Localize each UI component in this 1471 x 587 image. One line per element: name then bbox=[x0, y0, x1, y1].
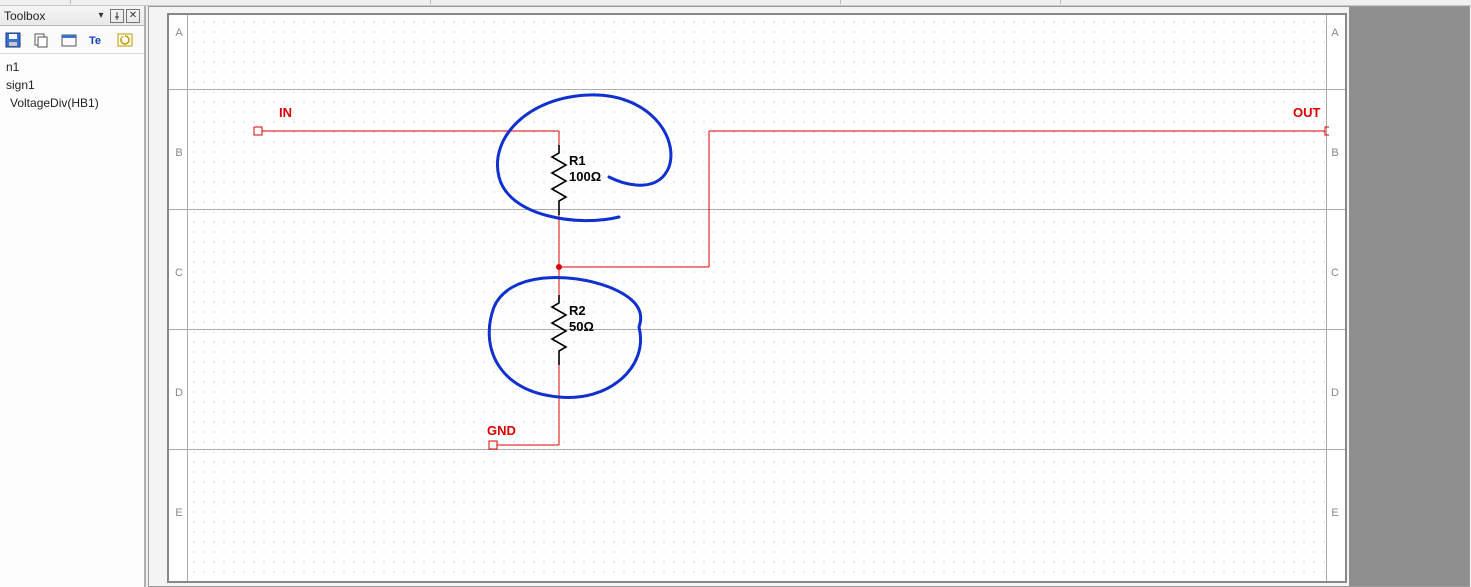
refresh-icon[interactable] bbox=[116, 31, 134, 49]
toolbox-header[interactable]: Toolbox ▾ ✕ bbox=[0, 6, 144, 26]
annotation-scribble bbox=[489, 95, 671, 398]
port-out[interactable] bbox=[1325, 127, 1329, 135]
dropdown-icon[interactable]: ▾ bbox=[94, 9, 108, 23]
row-label-e-left: E bbox=[171, 507, 187, 519]
port-in[interactable] bbox=[254, 127, 262, 135]
pin-icon[interactable] bbox=[110, 9, 124, 23]
tree-item[interactable]: VoltageDiv(HB1) bbox=[4, 94, 140, 112]
toolbox-toolbar: Te bbox=[0, 26, 144, 54]
canvas-gutter bbox=[1349, 7, 1469, 586]
r2-value: 50Ω bbox=[569, 319, 594, 334]
row-label-a-right: A bbox=[1327, 27, 1343, 39]
canvas-area: A B C D E A B C D E bbox=[148, 6, 1471, 587]
row-label-e-right: E bbox=[1327, 507, 1343, 519]
schematic-viewport[interactable]: A B C D E A B C D E bbox=[148, 6, 1470, 587]
row-label-c-right: C bbox=[1327, 267, 1343, 279]
r1-value: 100Ω bbox=[569, 169, 601, 184]
r1-name: R1 bbox=[569, 153, 586, 168]
row-label-d-left: D bbox=[171, 387, 187, 399]
copy-icon[interactable] bbox=[32, 31, 50, 49]
save-icon[interactable] bbox=[4, 31, 22, 49]
row-label-d-right: D bbox=[1327, 387, 1343, 399]
r2-name: R2 bbox=[569, 303, 586, 318]
net-label-out[interactable]: OUT bbox=[1293, 105, 1321, 120]
row-label-a-left: A bbox=[171, 27, 187, 39]
net-label-in[interactable]: IN bbox=[279, 105, 292, 120]
close-icon[interactable]: ✕ bbox=[126, 9, 140, 23]
row-label-b-right: B bbox=[1327, 147, 1343, 159]
tree-item[interactable]: n1 bbox=[4, 58, 140, 76]
new-window-icon[interactable] bbox=[60, 31, 78, 49]
port-gnd[interactable] bbox=[489, 441, 497, 449]
tree-item[interactable]: sign1 bbox=[4, 76, 140, 94]
component-r2[interactable]: R2 50Ω bbox=[552, 295, 594, 365]
toolbox-title: Toolbox bbox=[4, 9, 45, 23]
schematic-canvas[interactable]: IN OUT GND R1 100Ω R2 50Ω bbox=[189, 17, 1329, 583]
net-label-gnd[interactable]: GND bbox=[487, 423, 516, 438]
svg-text:Te: Te bbox=[89, 35, 101, 47]
toolbox-panel: Toolbox ▾ ✕ Te n1 bbox=[0, 6, 146, 587]
row-label-b-left: B bbox=[171, 147, 187, 159]
text-icon[interactable]: Te bbox=[88, 31, 106, 49]
design-tree[interactable]: n1 sign1 VoltageDiv(HB1) bbox=[0, 54, 144, 116]
sheet-frame: A B C D E A B C D E bbox=[167, 13, 1347, 583]
component-r1[interactable]: R1 100Ω bbox=[552, 145, 601, 215]
row-label-c-left: C bbox=[171, 267, 187, 279]
